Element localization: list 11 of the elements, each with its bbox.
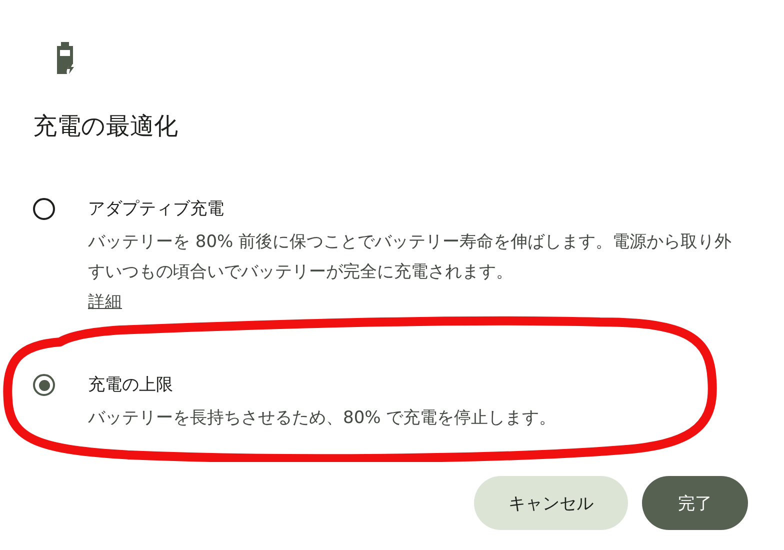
cancel-button[interactable]: キャンセル (474, 476, 628, 530)
radio-button[interactable] (33, 198, 55, 220)
details-link[interactable]: 詳細 (88, 287, 122, 317)
radio-button[interactable] (33, 374, 55, 396)
option-label: アダプティブ充電 (88, 198, 225, 221)
dialog-title: 充電の最適化 (33, 111, 179, 142)
option-label: 充電の上限 (88, 374, 174, 397)
option-description: バッテリーを長持ちさせるため、80% で充電を停止します。 (88, 407, 558, 430)
battery-charging-icon (55, 42, 75, 74)
done-button[interactable]: 完了 (642, 476, 748, 530)
option-description: バッテリーを 80% 前後に保つことでバッテリー寿命を伸ばします。電源から取り外すいつもの頃合いでバッテリーが完全に充電されます。 (88, 231, 733, 284)
